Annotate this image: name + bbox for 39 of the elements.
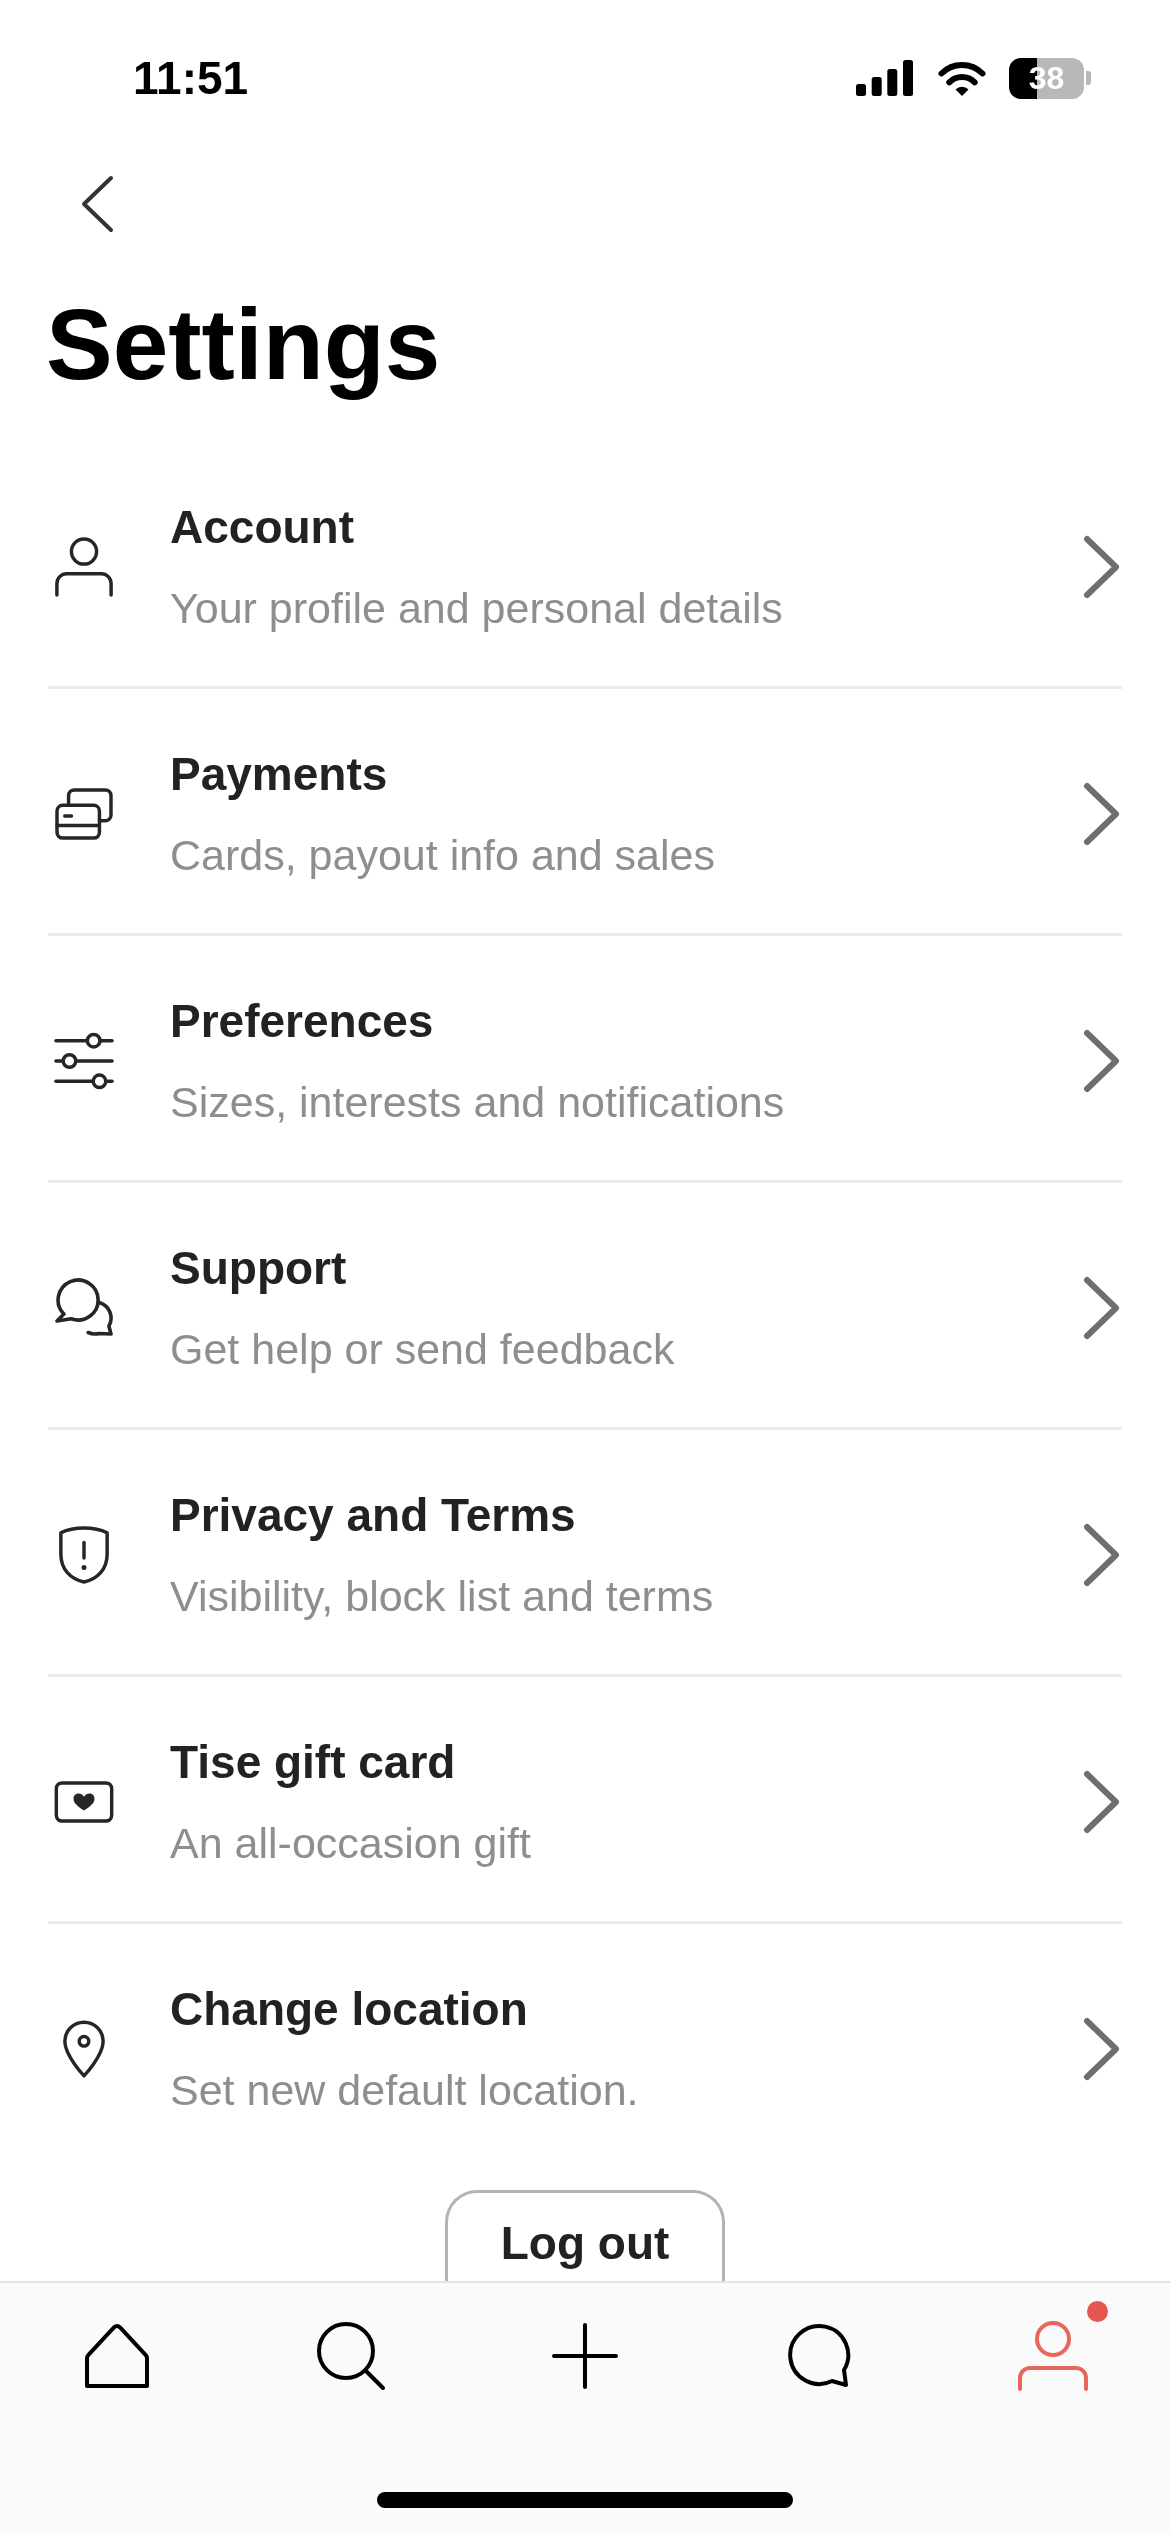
logout-button[interactable]: Log out	[445, 2190, 725, 2281]
setting-description: Visibility, block list and terms	[170, 1571, 714, 1622]
person-icon	[54, 536, 114, 597]
setting-title[interactable]: Preferences	[170, 993, 434, 1049]
search-icon[interactable]	[315, 2320, 387, 2392]
sliders-icon	[54, 1031, 114, 1090]
setting-description: Sizes, interests and notifications	[170, 1077, 785, 1128]
chat-bubble-icon[interactable]	[786, 2323, 852, 2389]
setting-title[interactable]: Change location	[170, 1981, 528, 2037]
chevron-right-icon[interactable]	[1082, 1274, 1122, 1341]
back-icon[interactable]	[80, 175, 114, 233]
chevron-right-icon[interactable]	[1082, 533, 1122, 600]
heart-card-icon	[54, 1780, 114, 1823]
chat-bubbles-icon	[54, 1277, 114, 1338]
setting-title[interactable]: Account	[170, 499, 354, 555]
map-pin-icon	[61, 2018, 107, 2079]
setting-description: An all-occasion gift	[170, 1818, 531, 1869]
chevron-right-icon[interactable]	[1082, 780, 1122, 847]
chevron-right-icon[interactable]	[1082, 1768, 1122, 1835]
chevron-right-icon[interactable]	[1082, 2015, 1122, 2082]
chevron-right-icon[interactable]	[1082, 1027, 1122, 1094]
status-time: 11:51	[133, 55, 249, 101]
setting-title[interactable]: Support	[170, 1240, 347, 1296]
setting-description: Get help or send feedback	[170, 1324, 675, 1375]
setting-title[interactable]: Privacy and Terms	[170, 1487, 576, 1543]
person-icon[interactable]	[1017, 2321, 1089, 2391]
setting-description: Your profile and personal details	[170, 583, 783, 634]
setting-title[interactable]: Payments	[170, 746, 388, 802]
setting-title[interactable]: Tise gift card	[170, 1734, 456, 1790]
home-icon[interactable]	[84, 2323, 150, 2389]
setting-description: Cards, payout info and sales	[170, 830, 715, 881]
shield-exclamation-icon	[57, 1524, 111, 1585]
wifi-icon	[937, 59, 987, 97]
setting-description: Set new default location.	[170, 2065, 639, 2116]
page-title: Settings	[46, 289, 441, 399]
plus-icon[interactable]	[552, 2323, 618, 2389]
credit-cards-icon	[54, 786, 114, 841]
chevron-right-icon[interactable]	[1082, 1521, 1122, 1588]
signal-icon	[856, 60, 913, 96]
